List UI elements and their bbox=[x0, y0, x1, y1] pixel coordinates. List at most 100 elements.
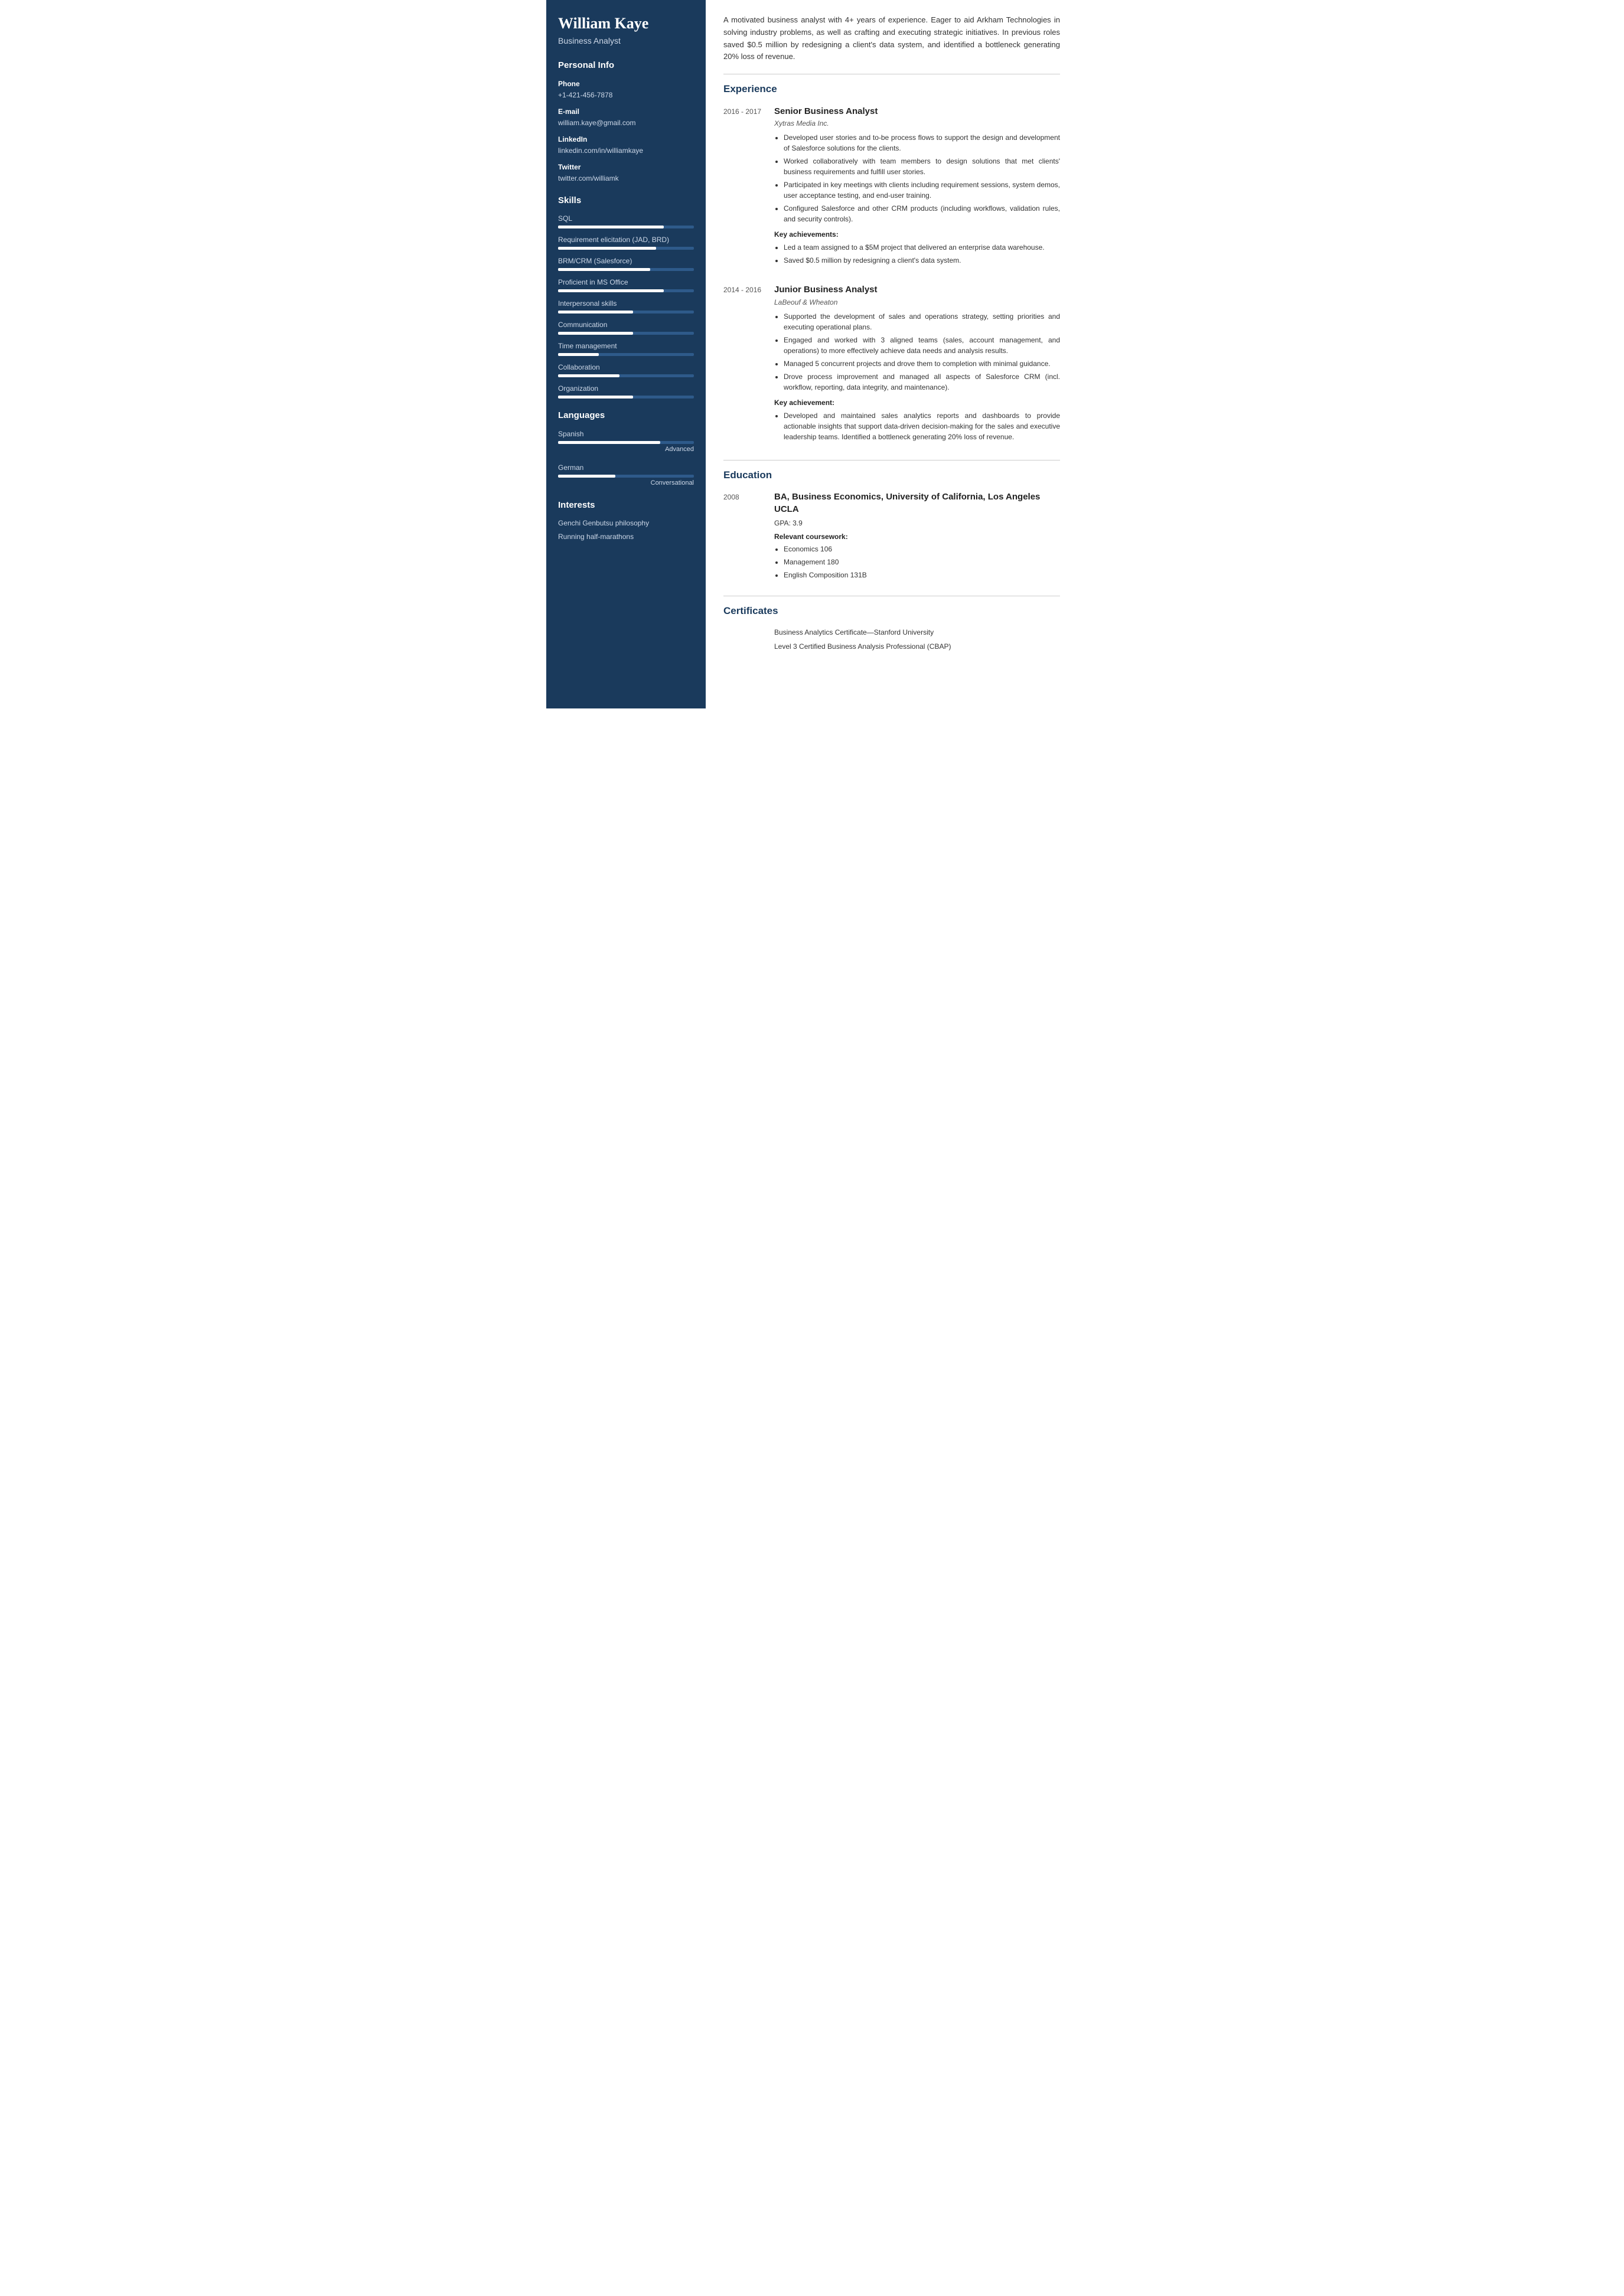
achievement-item: Developed and maintained sales analytics… bbox=[784, 410, 1060, 442]
skill-bar-fill bbox=[558, 311, 633, 313]
languages-heading: Languages bbox=[558, 409, 694, 423]
linkedin-value: linkedin.com/in/williamkaye bbox=[558, 145, 694, 156]
key-achievements-label: Key achievements: bbox=[774, 229, 1060, 240]
skill-label: Proficient in MS Office bbox=[558, 277, 694, 288]
email-value: william.kaye@gmail.com bbox=[558, 117, 694, 128]
language-bar-bg bbox=[558, 441, 694, 444]
linkedin-field: LinkedIn linkedin.com/in/williamkaye bbox=[558, 134, 694, 156]
cert-spacer bbox=[723, 627, 765, 638]
skill-item: Time management bbox=[558, 341, 694, 356]
skill-item: Interpersonal skills bbox=[558, 298, 694, 313]
edu-degree: BA, Business Economics, University of Ca… bbox=[774, 491, 1060, 515]
skill-item: SQL bbox=[558, 213, 694, 228]
skill-label: Communication bbox=[558, 319, 694, 330]
skill-label: Interpersonal skills bbox=[558, 298, 694, 309]
cert-spacer bbox=[723, 641, 765, 652]
exp-date: 2014 - 2016 bbox=[723, 283, 765, 447]
language-bar-fill bbox=[558, 441, 660, 444]
edu-body: BA, Business Economics, University of Ca… bbox=[774, 491, 1060, 585]
achievements-bullets: Led a team assigned to a $5M project tha… bbox=[774, 242, 1060, 266]
skills-list: SQL Requirement elicitation (JAD, BRD) B… bbox=[558, 213, 694, 399]
sidebar: William Kaye Business Analyst Personal I… bbox=[546, 0, 706, 708]
skill-bar-fill bbox=[558, 332, 633, 335]
education-heading: Education bbox=[723, 468, 1060, 483]
skill-bar-bg bbox=[558, 332, 694, 335]
bullet-item: Managed 5 concurrent projects and drove … bbox=[784, 358, 1060, 369]
skill-bar-bg bbox=[558, 289, 694, 292]
experience-heading: Experience bbox=[723, 81, 1060, 97]
twitter-value: twitter.com/williamk bbox=[558, 173, 694, 184]
coursework-item: English Composition 131B bbox=[784, 570, 1060, 580]
skill-label: Organization bbox=[558, 383, 694, 394]
skill-item: Communication bbox=[558, 319, 694, 335]
skill-item: Proficient in MS Office bbox=[558, 277, 694, 292]
skill-item: Organization bbox=[558, 383, 694, 399]
summary-text: A motivated business analyst with 4+ yea… bbox=[723, 14, 1060, 63]
skill-item: Requirement elicitation (JAD, BRD) bbox=[558, 234, 694, 250]
edu-date: 2008 bbox=[723, 491, 765, 585]
education-entries: 2008 BA, Business Economics, University … bbox=[723, 491, 1060, 585]
language-name: Spanish bbox=[558, 429, 694, 439]
personal-info-heading: Personal Info bbox=[558, 59, 694, 73]
bullet-item: Configured Salesforce and other CRM prod… bbox=[784, 203, 1060, 224]
certificates-list: Business Analytics Certificate—Stanford … bbox=[723, 627, 1060, 652]
skill-bar-bg bbox=[558, 247, 694, 250]
experience-entries: 2016 - 2017 Senior Business Analyst Xytr… bbox=[723, 105, 1060, 447]
coursework-item: Economics 106 bbox=[784, 544, 1060, 554]
edu-coursework-list: Economics 106Management 180English Compo… bbox=[774, 544, 1060, 580]
skill-label: Time management bbox=[558, 341, 694, 351]
bullet-item: Developed user stories and to-be process… bbox=[784, 132, 1060, 153]
achievements-bullets: Developed and maintained sales analytics… bbox=[774, 410, 1060, 442]
skill-bar-bg bbox=[558, 353, 694, 356]
skill-label: BRM/CRM (Salesforce) bbox=[558, 256, 694, 266]
personal-info-fields: Phone +1-421-456-7878 E-mail william.kay… bbox=[558, 79, 694, 184]
skill-bar-fill bbox=[558, 268, 650, 271]
language-name: German bbox=[558, 462, 694, 473]
linkedin-label: LinkedIn bbox=[558, 134, 694, 145]
skill-bar-fill bbox=[558, 247, 656, 250]
skill-label: Collaboration bbox=[558, 362, 694, 373]
exp-body: Junior Business Analyst LaBeouf & Wheato… bbox=[774, 283, 1060, 447]
languages-list: Spanish Advanced German Conversational bbox=[558, 429, 694, 488]
interest-item: Genchi Genbutsu philosophy bbox=[558, 518, 694, 528]
skill-item: BRM/CRM (Salesforce) bbox=[558, 256, 694, 271]
language-bar-fill bbox=[558, 475, 615, 478]
phone-field: Phone +1-421-456-7878 bbox=[558, 79, 694, 100]
exp-bullets: Supported the development of sales and o… bbox=[774, 311, 1060, 393]
certificate-entry: Level 3 Certified Business Analysis Prof… bbox=[723, 641, 1060, 652]
twitter-field: Twitter twitter.com/williamk bbox=[558, 162, 694, 184]
interests-heading: Interests bbox=[558, 499, 694, 512]
email-field: E-mail william.kaye@gmail.com bbox=[558, 106, 694, 128]
skills-heading: Skills bbox=[558, 194, 694, 208]
exp-company: Xytras Media Inc. bbox=[774, 118, 1060, 129]
skill-item: Collaboration bbox=[558, 362, 694, 377]
exp-body: Senior Business Analyst Xytras Media Inc… bbox=[774, 105, 1060, 271]
interest-item: Running half-marathons bbox=[558, 531, 694, 542]
language-item: German Conversational bbox=[558, 462, 694, 488]
language-level: Conversational bbox=[558, 478, 694, 488]
exp-job-title: Senior Business Analyst bbox=[774, 105, 1060, 119]
experience-entry: 2014 - 2016 Junior Business Analyst LaBe… bbox=[723, 283, 1060, 447]
bullet-item: Drove process improvement and managed al… bbox=[784, 371, 1060, 393]
achievement-item: Led a team assigned to a $5M project tha… bbox=[784, 242, 1060, 253]
skill-label: SQL bbox=[558, 213, 694, 224]
certificates-heading: Certificates bbox=[723, 603, 1060, 619]
language-level: Advanced bbox=[558, 445, 694, 455]
skill-bar-bg bbox=[558, 268, 694, 271]
email-label: E-mail bbox=[558, 106, 694, 117]
skill-bar-fill bbox=[558, 396, 633, 399]
language-item: Spanish Advanced bbox=[558, 429, 694, 455]
edu-coursework-label: Relevant coursework: bbox=[774, 531, 1060, 542]
skill-bar-fill bbox=[558, 353, 599, 356]
main-content: A motivated business analyst with 4+ yea… bbox=[706, 0, 1078, 708]
education-entry: 2008 BA, Business Economics, University … bbox=[723, 491, 1060, 585]
candidate-name: William Kaye bbox=[558, 14, 694, 32]
phone-value: +1-421-456-7878 bbox=[558, 90, 694, 100]
edu-gpa: GPA: 3.9 bbox=[774, 518, 1060, 528]
language-bar-bg bbox=[558, 475, 694, 478]
exp-bullets: Developed user stories and to-be process… bbox=[774, 132, 1060, 224]
cert-text: Level 3 Certified Business Analysis Prof… bbox=[774, 641, 951, 652]
interests-list: Genchi Genbutsu philosophy Running half-m… bbox=[558, 518, 694, 542]
resume-container: William Kaye Business Analyst Personal I… bbox=[546, 0, 1078, 708]
achievement-item: Saved $0.5 million by redesigning a clie… bbox=[784, 255, 1060, 266]
